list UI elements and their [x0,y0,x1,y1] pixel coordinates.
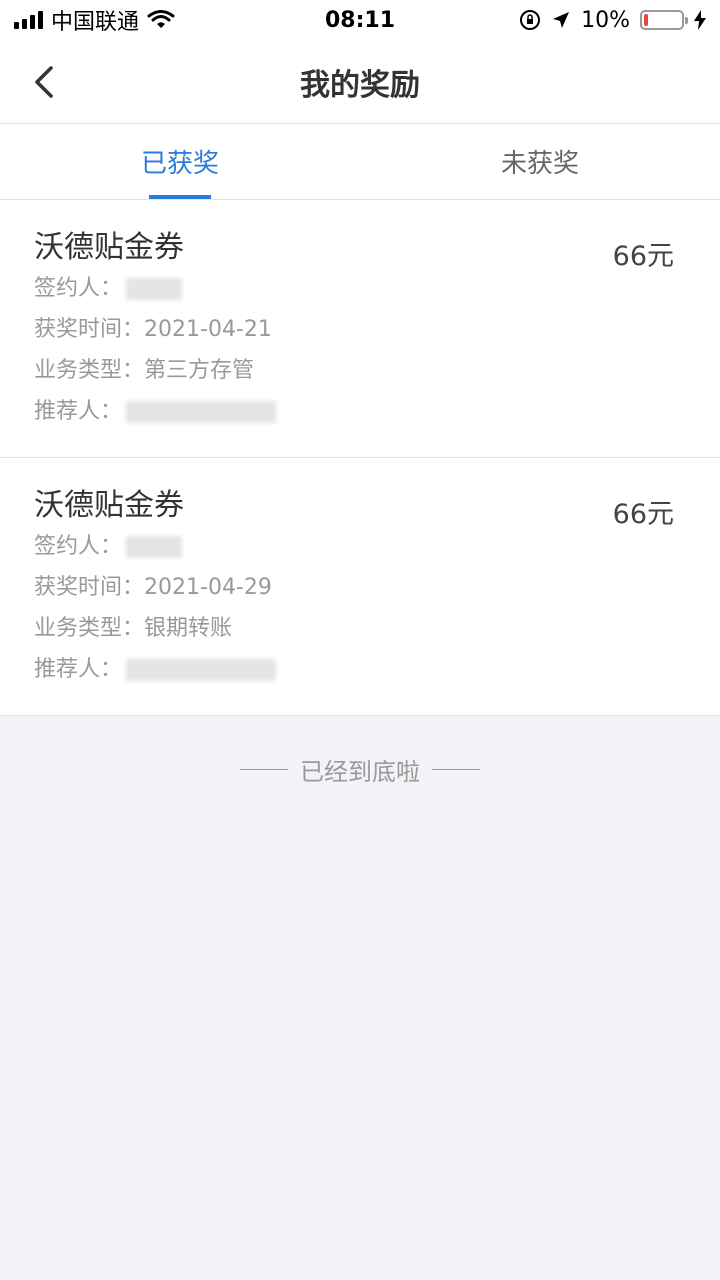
battery-percent: 10% [581,7,630,33]
end-of-list-note: 已经到底啦 [0,752,720,787]
location-arrow-icon [553,12,570,28]
reward-card[interactable]: 沃德贴金券 66元 签约人： 获奖时间： 2021-04-29 业务类型： 银期… [0,458,720,716]
carrier-label: 中国联通 [51,10,140,35]
award-date-row: 获奖时间： 2021-04-29 [34,567,686,608]
back-button[interactable] [26,64,62,100]
nav-bar: 我的奖励 [0,40,720,124]
signer-row: 签约人： [34,526,686,567]
referrer-redacted [126,400,277,423]
referrer-row: 推荐人： [34,649,686,690]
status-bar: 中国联通 08:11 10% [0,0,720,40]
reward-title: 沃德贴金券 [34,488,184,523]
referrer-row: 推荐人： [34,391,686,432]
business-type-value: 第三方存管 [144,358,255,383]
award-date-value: 2021-04-21 [144,317,272,342]
battery-icon [640,10,688,30]
business-type-label: 业务类型： [34,358,145,383]
signer-label: 签约人： [34,534,123,559]
divider-line [240,769,288,770]
business-type-row: 业务类型： 银期转账 [34,608,686,649]
award-date-value: 2021-04-29 [144,575,272,600]
status-bar-left: 中国联通 [14,4,175,36]
signer-label: 签约人： [34,276,123,301]
referrer-label: 推荐人： [34,399,123,424]
rotation-lock-icon [520,10,541,30]
referrer-redacted [126,658,277,681]
signal-icon [14,11,43,29]
referrer-label: 推荐人： [34,657,123,682]
business-type-value: 银期转账 [144,616,233,641]
reward-amount: 66元 [612,499,674,530]
end-of-list-text: 已经到底啦 [300,758,420,786]
signer-row: 签约人： [34,268,686,309]
reward-amount: 66元 [612,241,674,272]
award-date-row: 获奖时间： 2021-04-21 [34,309,686,350]
signer-redacted [126,535,183,558]
business-type-label: 业务类型： [34,616,145,641]
charging-bolt-icon [694,10,706,30]
tab-bar: 已获奖 未获奖 [0,124,720,200]
reward-title: 沃德贴金券 [34,230,184,265]
status-bar-right: 10% [519,8,706,33]
tab-not-awarded[interactable]: 未获奖 [360,124,720,199]
tab-awarded[interactable]: 已获奖 [0,124,360,199]
award-date-label: 获奖时间： [34,317,145,342]
signer-redacted [126,277,183,300]
reward-card[interactable]: 沃德贴金券 66元 签约人： 获奖时间： 2021-04-21 业务类型： 第三… [0,200,720,458]
page-title: 我的奖励 [300,67,420,103]
chevron-left-icon [35,66,53,98]
battery-fill [644,14,648,26]
reward-list: 沃德贴金券 66元 签约人： 获奖时间： 2021-04-21 业务类型： 第三… [0,200,720,716]
award-date-label: 获奖时间： [34,575,145,600]
business-type-row: 业务类型： 第三方存管 [34,350,686,391]
wifi-icon [147,10,175,28]
divider-line [432,769,480,770]
